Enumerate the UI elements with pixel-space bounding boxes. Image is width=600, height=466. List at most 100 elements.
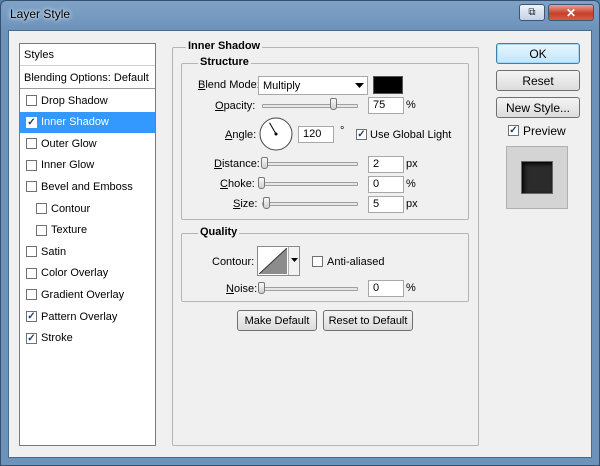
style-item-satin[interactable]: Satin [20,241,155,262]
choke-unit: % [406,178,416,190]
style-item-inner-glow[interactable]: Inner Glow [20,155,155,176]
use-global-light-checkbox[interactable]: ✓ [356,129,367,140]
contour-label: Contour: [212,256,255,268]
style-item-color-overlay[interactable]: Color Overlay [20,263,155,284]
style-checkbox[interactable] [36,203,47,214]
restore-icon: ⧉ [528,7,536,18]
size-label: Size: [233,198,258,210]
style-checkbox[interactable] [26,181,37,193]
noise-slider-track[interactable] [262,287,358,291]
size-unit: px [406,198,418,210]
structure-title: Structure [198,56,251,68]
new-style-button[interactable]: New Style... [496,97,580,118]
style-item-label: Texture [51,224,88,237]
style-checkbox[interactable] [26,289,37,301]
opacity-unit: % [406,99,416,111]
style-checkbox[interactable] [26,159,37,171]
style-item-label: Pattern Overlay [41,310,118,323]
style-item-label: Inner Shadow [41,116,109,129]
anti-aliased-checkbox[interactable] [312,256,323,267]
style-item-label: Drop Shadow [41,94,108,107]
style-item-gradient-overlay[interactable]: Gradient Overlay [20,284,155,305]
style-preview-box [506,146,568,209]
blend-mode-select[interactable]: Multiply [258,76,368,95]
anti-aliased-label: Anti-aliased [327,256,385,268]
style-item-drop-shadow[interactable]: Drop Shadow [20,90,155,111]
distance-unit: px [406,158,418,170]
chevron-down-icon [355,83,364,88]
style-checkbox[interactable] [26,138,37,150]
size-slider-track[interactable] [262,202,358,206]
opacity-input[interactable]: 75 [368,97,404,114]
size-slider-handle[interactable] [263,197,270,209]
distance-slider-handle[interactable] [261,157,268,169]
size-input[interactable]: 5 [368,196,404,213]
restore-button[interactable]: ⧉ [519,4,545,21]
use-global-light-label: Use Global Light [370,129,452,141]
opacity-slider-handle[interactable] [330,98,337,110]
style-item-label: Inner Glow [41,159,95,172]
styles-header-label: Styles [24,48,54,61]
styles-header[interactable]: Styles [20,44,155,66]
style-checkbox[interactable]: ✓ [26,116,37,128]
angle-dial[interactable] [258,116,294,152]
contour-dropdown-button[interactable] [288,247,299,275]
opacity-slider-track[interactable] [262,104,358,108]
angle-input[interactable]: 120 [298,126,334,143]
style-item-texture[interactable]: Texture [20,220,155,241]
style-checkbox[interactable] [36,224,47,236]
distance-label: Distance: [214,158,260,170]
noise-unit: % [406,282,416,294]
style-item-stroke[interactable]: ✓ Stroke [20,328,155,349]
style-item-label: Bevel and Emboss [41,180,133,193]
angle-unit: ° [340,125,345,137]
style-checkbox[interactable] [26,267,37,279]
close-button[interactable]: ✕ [548,4,594,21]
blend-mode-value: Multiply [263,80,301,92]
style-item-pattern-overlay[interactable]: ✓ Pattern Overlay [20,306,155,327]
contour-picker[interactable] [257,246,300,276]
noise-label: Noise: [226,283,258,295]
quality-title: Quality [198,226,240,238]
style-checkbox[interactable] [26,246,37,258]
style-item-contour[interactable]: Contour [20,198,155,219]
style-item-label: Color Overlay [41,267,109,280]
style-item-outer-glow[interactable]: Outer Glow [20,133,155,154]
title-bar[interactable]: Layer Style ⧉ ✕ [1,1,600,33]
reset-button[interactable]: Reset [496,70,580,91]
distance-input[interactable]: 2 [368,156,404,173]
window-title: Layer Style [10,7,71,21]
blending-options-item[interactable]: Blending Options: Default [20,67,155,89]
style-item-label: Satin [41,245,67,258]
chevron-down-icon [291,258,298,262]
angle-label: Angle: [225,129,257,141]
choke-input[interactable]: 0 [368,176,404,193]
style-item-label: Stroke [41,332,73,345]
distance-slider-track[interactable] [262,162,358,166]
preview-checkbox[interactable]: ✓ [508,125,519,136]
style-preview-swatch [522,162,552,193]
inner-shadow-title: Inner Shadow [186,40,263,52]
choke-label: Choke: [220,178,255,190]
choke-slider-track[interactable] [262,182,358,186]
styles-list: Styles Blending Options: Default Drop Sh… [19,43,156,446]
opacity-label: Opacity: [215,100,256,112]
make-default-button[interactable]: Make Default [237,310,317,331]
style-checkbox[interactable]: ✓ [26,311,37,322]
shadow-color-swatch[interactable] [373,76,403,94]
style-checkbox[interactable] [26,95,37,106]
blending-options-label: Blending Options: Default [24,71,149,84]
reset-to-default-button[interactable]: Reset to Default [323,310,413,331]
noise-input[interactable]: 0 [368,280,404,297]
preview-label: Preview [523,124,566,138]
choke-slider-handle[interactable] [258,177,265,189]
style-item-bevel-and-emboss[interactable]: Bevel and Emboss [20,176,155,197]
style-item-label: Outer Glow [41,137,97,150]
noise-slider-handle[interactable] [258,282,265,294]
style-checkbox[interactable]: ✓ [26,332,37,344]
style-item-label: Gradient Overlay [41,288,125,301]
ok-button[interactable]: OK [496,43,580,64]
close-icon: ✕ [565,5,577,20]
style-item-inner-shadow[interactable]: ✓ Inner Shadow [20,111,155,133]
blend-mode-label: Blend Mode: [198,79,260,91]
